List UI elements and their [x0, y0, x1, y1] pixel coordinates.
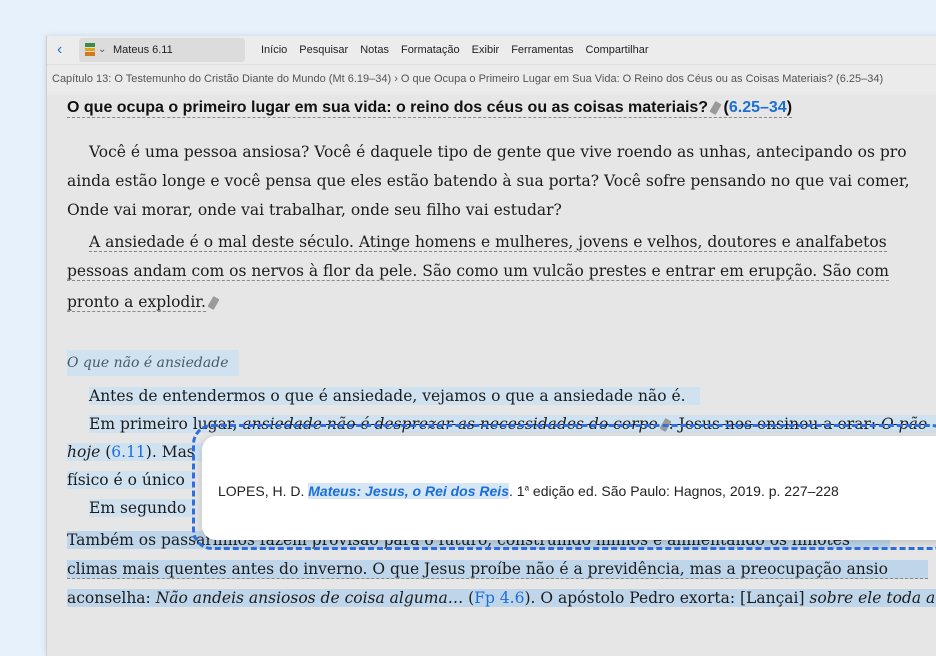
breadcrumb-bar: Capítulo 13: O Testemunho do Cristão Dia… — [47, 64, 936, 96]
menu-compartilhar[interactable]: Compartilhar — [586, 44, 649, 56]
paragraph-line: Em segundo — [89, 499, 195, 517]
paragraph-line: Você é uma pessoa ansiosa? Você é daquel… — [89, 143, 907, 161]
paragraph-line: aconselha: Não andeis ansiosos de coisa … — [67, 589, 936, 607]
paragraph-line: Onde vai morar, onde vai trabalhar, onde… — [67, 201, 562, 219]
menu-inicio[interactable]: Início — [261, 44, 287, 56]
menu-notas[interactable]: Notas — [360, 44, 389, 56]
citation-title-link[interactable]: Mateus: Jesus, o Rei dos Reis — [308, 483, 509, 499]
chevron-down-icon: ⌄ — [98, 44, 107, 55]
citation-text: LOPES, H. D. Mateus: Jesus, o Rei dos Re… — [218, 483, 839, 499]
back-icon[interactable]: ‹ — [57, 40, 73, 60]
paragraph-line: Antes de entendermos o que é ansiedade, … — [89, 387, 700, 405]
menu-exibir[interactable]: Exibir — [472, 44, 500, 56]
scripture-link[interactable]: Fp 4.6 — [474, 589, 524, 607]
reader-content: O que ocupa o primeiro lugar em sua vida… — [47, 95, 936, 656]
menu-ferramentas[interactable]: Ferramentas — [511, 44, 573, 56]
menu-formatacao[interactable]: Formatação — [401, 44, 460, 56]
paragraph-line: ainda estão longe e você pensa que eles … — [67, 172, 910, 190]
citation-popup[interactable]: LOPES, H. D. Mateus: Jesus, o Rei dos Re… — [202, 436, 936, 540]
book-icon — [85, 43, 95, 56]
breadcrumb[interactable]: Capítulo 13: O Testemunho do Cristão Dia… — [52, 73, 883, 85]
menu-pesquisar[interactable]: Pesquisar — [299, 44, 348, 56]
scripture-link[interactable]: 6.11 — [111, 443, 146, 461]
heading-text: O que ocupa o primeiro lugar em sua vida… — [67, 99, 709, 116]
paragraph-line: A ansiedade é o mal deste século. Atinge… — [89, 233, 887, 252]
pencil-icon[interactable] — [207, 296, 220, 310]
paragraph-line: físico é o único — [67, 471, 193, 489]
section-heading: O que ocupa o primeiro lugar em sua vida… — [67, 99, 793, 118]
book-title: Mateus 6.11 — [113, 44, 173, 56]
subheading: O que não é ansiedade — [67, 350, 239, 376]
heading-reference-link[interactable]: 6.25–34 — [729, 99, 787, 116]
paragraph-line: hoje (6.11). Mas — [67, 443, 203, 461]
menu-bar: Início Pesquisar Notas Formatação Exibir… — [261, 36, 649, 64]
paragraph-line: pessoas andam com os nervos à flor da pe… — [67, 262, 889, 281]
paragraph-line: climas mais quentes antes do inverno. O … — [67, 560, 928, 579]
app-window: ‹ ⌄ Mateus 6.11 Início Pesquisar Notas F… — [46, 36, 936, 656]
toolbar: ‹ ⌄ Mateus 6.11 Início Pesquisar Notas F… — [47, 36, 936, 64]
book-selector[interactable]: ⌄ Mateus 6.11 — [79, 38, 245, 62]
paragraph-line: pronto a explodir. — [67, 293, 220, 312]
